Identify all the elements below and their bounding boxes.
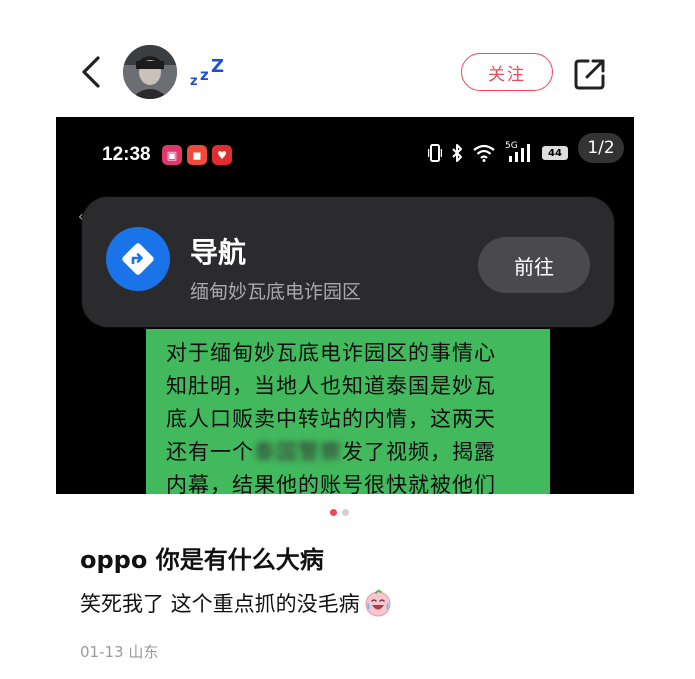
app-notification-icon: ♥ [212,145,232,165]
avatar-image [123,45,177,99]
status-time: 12:38 [102,144,151,165]
status-system-icons: 5G 44 [428,141,568,163]
follow-button[interactable]: 关注 [461,53,553,91]
chevron-left-icon [82,56,100,88]
go-button[interactable]: 前往 [478,237,590,293]
post-detail-page: z z Z 关注 12:38 ▣ ◼ ♥ 5G 44 1/2 ‹ 导航 缅甸妙瓦… [0,0,695,679]
signal-5g-icon: 5G [505,141,533,163]
post-title: oppo 你是有什么大病 [80,546,324,574]
battery-indicator: 44 [542,146,568,160]
carousel-dot[interactable] [342,509,349,516]
notification-subtitle: 缅甸妙瓦底电诈园区 [190,281,362,303]
wifi-icon [473,144,495,162]
carousel-indicator [330,509,349,516]
blurred-text: 泰国警察 [254,440,342,464]
laugh-cry-emoji-icon [365,589,391,617]
status-app-icons: ▣ ◼ ♥ [162,145,232,165]
navigation-notification[interactable]: 导航 缅甸妙瓦底电诈园区 前往 [82,197,614,327]
app-notification-icon: ◼ [187,145,207,165]
author-avatar[interactable] [123,45,177,99]
bluetooth-icon [452,144,462,162]
navigation-arrow-icon [122,243,154,275]
share-button[interactable] [571,55,609,93]
chat-bubble: 对于缅甸妙瓦底电诈园区的事情心 知肚明，当地人也知道泰国是妙瓦 底人口贩卖中转站… [146,329,550,494]
back-button[interactable] [72,50,112,94]
notification-title: 导航 [190,236,247,269]
carousel-dot-active[interactable] [330,509,337,516]
chat-bubble-text: 对于缅甸妙瓦底电诈园区的事情心 知肚明，当地人也知道泰国是妙瓦 底人口贩卖中转站… [166,341,496,494]
navigation-app-icon [106,227,170,291]
post-body: 笑死我了 这个重点抓的没毛病 [80,588,392,618]
vibrate-icon [428,144,442,162]
share-icon [574,59,605,90]
image-page-counter: 1/2 [578,133,624,163]
post-meta: 01-13 山东 [80,643,159,661]
signal-bars-icon [509,144,530,162]
post-image[interactable]: 12:38 ▣ ◼ ♥ 5G 44 1/2 ‹ 导航 缅甸妙瓦底电诈园区 前往 … [56,117,634,494]
app-notification-icon: ▣ [162,145,182,165]
